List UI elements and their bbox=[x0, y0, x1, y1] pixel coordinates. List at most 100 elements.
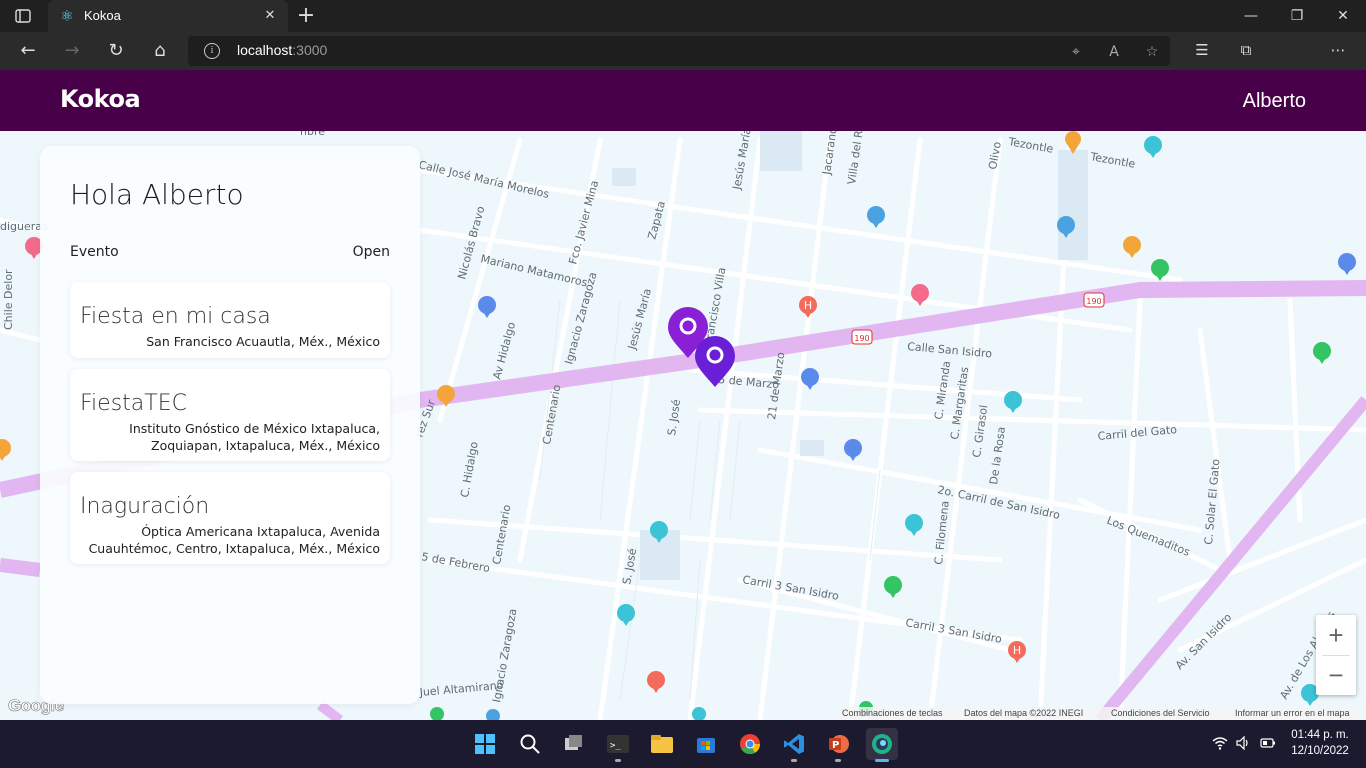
url-text[interactable]: localhost:3000 bbox=[237, 42, 327, 58]
svg-text:>_: >_ bbox=[610, 741, 621, 751]
hotel-icon[interactable] bbox=[478, 296, 496, 318]
start-icon[interactable] bbox=[469, 728, 501, 760]
system-clock[interactable]: 01:44 p. m. 12/10/2022 bbox=[1284, 727, 1356, 759]
zoom-in-button[interactable]: + bbox=[1316, 615, 1356, 655]
church-icon[interactable] bbox=[1004, 391, 1022, 413]
event-card[interactable]: Fiesta en mi casa San Francisco Acuautla… bbox=[70, 282, 390, 358]
event-title: Inaguración bbox=[80, 494, 210, 519]
new-tab-button[interactable]: + bbox=[294, 4, 318, 28]
user-name[interactable]: Alberto bbox=[1243, 90, 1306, 113]
event-card[interactable]: FiestaTEC Instituto Gnóstico de México I… bbox=[70, 369, 390, 461]
svg-text:P: P bbox=[832, 740, 839, 751]
map-data-text: Datos del mapa ©2022 INEGI bbox=[964, 708, 1084, 718]
search-icon[interactable] bbox=[514, 728, 546, 760]
street-label: Olivo bbox=[986, 140, 1004, 170]
church-icon[interactable] bbox=[692, 707, 706, 720]
event-card[interactable]: Inaguración Óptica Americana Ixtapaluca,… bbox=[70, 472, 390, 564]
shop-icon[interactable] bbox=[801, 368, 819, 390]
app-header: Kokoa Alberto bbox=[0, 70, 1366, 131]
add-favorite-icon[interactable]: ☆ bbox=[1142, 42, 1162, 62]
favorites-icon[interactable]: ☰ bbox=[1191, 39, 1213, 61]
browser-toolbar: ← → ↻ ⌂ i localhost:3000 ⌖ A ☆ ☰ ⧉ ⋯ bbox=[0, 32, 1366, 94]
collections-icon[interactable]: ⧉ bbox=[1235, 39, 1257, 61]
event-title: Fiesta en mi casa bbox=[80, 304, 271, 329]
chrome-icon[interactable] bbox=[734, 728, 766, 760]
task-view-icon[interactable] bbox=[558, 728, 590, 760]
highway-badge-label: 190 bbox=[854, 334, 869, 343]
edge-icon[interactable] bbox=[866, 728, 898, 762]
tab-actions-icon[interactable] bbox=[14, 7, 32, 25]
street-label: Av Hidalgo bbox=[490, 320, 518, 380]
street-label: Centenario bbox=[540, 383, 563, 445]
street-label: nbre bbox=[300, 131, 325, 138]
close-tab-icon[interactable]: ✕ bbox=[260, 6, 280, 26]
react-icon: ⚛ bbox=[60, 7, 74, 25]
minimize-button[interactable]: — bbox=[1228, 0, 1274, 32]
volume-icon[interactable] bbox=[1236, 735, 1250, 754]
cart-icon[interactable] bbox=[844, 439, 862, 461]
column-header-evento: Evento bbox=[70, 244, 119, 260]
forward-button[interactable]: → bbox=[58, 38, 86, 64]
highway-badge-label: 190 bbox=[1086, 297, 1101, 306]
browser-tab[interactable]: ⚛ Kokoa ✕ bbox=[48, 0, 288, 32]
address-bar[interactable]: i localhost:3000 ⌖ A ☆ bbox=[188, 36, 1170, 66]
more-icon[interactable]: ⋯ bbox=[1327, 39, 1349, 61]
street-label: Chile Delor bbox=[2, 269, 15, 330]
music-icon[interactable] bbox=[617, 604, 635, 626]
svg-text:H: H bbox=[804, 299, 812, 312]
back-button[interactable]: ← bbox=[14, 38, 42, 64]
street-label: Calle José María Morelos bbox=[417, 158, 550, 201]
church-icon[interactable] bbox=[905, 514, 923, 536]
brand-logo[interactable]: Kokoa bbox=[60, 85, 141, 113]
zoom-controls: + − bbox=[1316, 615, 1356, 695]
clock-date: 12/10/2022 bbox=[1291, 745, 1349, 757]
taskbar: >_ P bbox=[0, 720, 1366, 768]
tab-title: Kokoa bbox=[84, 8, 121, 23]
school-icon[interactable] bbox=[867, 206, 885, 228]
events-panel: Hola Alberto Evento Open Fiesta en mi ca… bbox=[40, 146, 420, 704]
hospital-icon[interactable]: H bbox=[799, 296, 817, 318]
vscode-icon[interactable] bbox=[778, 728, 810, 762]
browser-tabbar: ⚛ Kokoa ✕ + — ❐ ✕ bbox=[0, 0, 1366, 32]
street-label: Jacaranda bbox=[820, 131, 841, 176]
store-icon[interactable] bbox=[690, 728, 722, 760]
street-label: Jesús María bbox=[730, 131, 754, 192]
file-explorer-icon[interactable] bbox=[646, 728, 678, 760]
street-label: Centenario bbox=[490, 503, 513, 565]
clock-time: 01:44 p. m. bbox=[1291, 729, 1349, 741]
keyboard-shortcuts-link[interactable]: Combinaciones de teclas bbox=[842, 708, 943, 718]
home-button[interactable]: ⌂ bbox=[146, 38, 174, 64]
shop-icon[interactable] bbox=[1338, 253, 1356, 275]
park-icon[interactable] bbox=[430, 707, 444, 720]
terminal-icon[interactable]: >_ bbox=[602, 728, 634, 762]
restaurant-icon[interactable] bbox=[1123, 236, 1141, 258]
restaurant-icon[interactable] bbox=[0, 439, 11, 461]
site-info-icon[interactable]: i bbox=[204, 43, 220, 59]
park-icon[interactable] bbox=[884, 576, 902, 598]
read-aloud-icon[interactable]: A bbox=[1104, 42, 1124, 62]
report-error-link[interactable]: Informar un error en el mapa bbox=[1235, 708, 1350, 718]
park-icon[interactable] bbox=[1313, 342, 1331, 364]
school-icon[interactable] bbox=[486, 709, 500, 720]
powerpoint-icon[interactable]: P bbox=[822, 728, 854, 762]
street-label: C. Solar El Gato bbox=[1202, 458, 1222, 545]
terms-link[interactable]: Condiciones del Servicio bbox=[1111, 708, 1210, 718]
battery-icon[interactable] bbox=[1260, 736, 1276, 754]
street-label: C. Girasol bbox=[970, 404, 990, 458]
street-label: 5 de Febrero bbox=[420, 550, 491, 575]
street-label: Carril del Gato bbox=[1097, 423, 1178, 443]
zoom-out-button[interactable]: − bbox=[1316, 655, 1356, 695]
greeting: Hola Alberto bbox=[70, 178, 244, 211]
refresh-button[interactable]: ↻ bbox=[102, 38, 130, 64]
event-address: Óptica Americana Ixtapaluca, Avenida Cua… bbox=[88, 524, 380, 556]
restore-button[interactable]: ❐ bbox=[1274, 0, 1320, 32]
map-attribution: Combinaciones de teclas Datos del mapa ©… bbox=[838, 707, 1366, 720]
street-label: Calle San Isidro bbox=[907, 340, 993, 360]
location-icon[interactable]: ⌖ bbox=[1066, 42, 1086, 62]
hospital-icon[interactable]: H bbox=[1008, 641, 1026, 663]
close-window-button[interactable]: ✕ bbox=[1320, 0, 1366, 32]
event-address: Instituto Gnóstico de México Ixtapaluca,… bbox=[129, 421, 380, 453]
shop-icon[interactable] bbox=[1144, 136, 1162, 158]
landmark-icon[interactable] bbox=[647, 671, 665, 693]
wifi-icon[interactable] bbox=[1212, 736, 1228, 754]
